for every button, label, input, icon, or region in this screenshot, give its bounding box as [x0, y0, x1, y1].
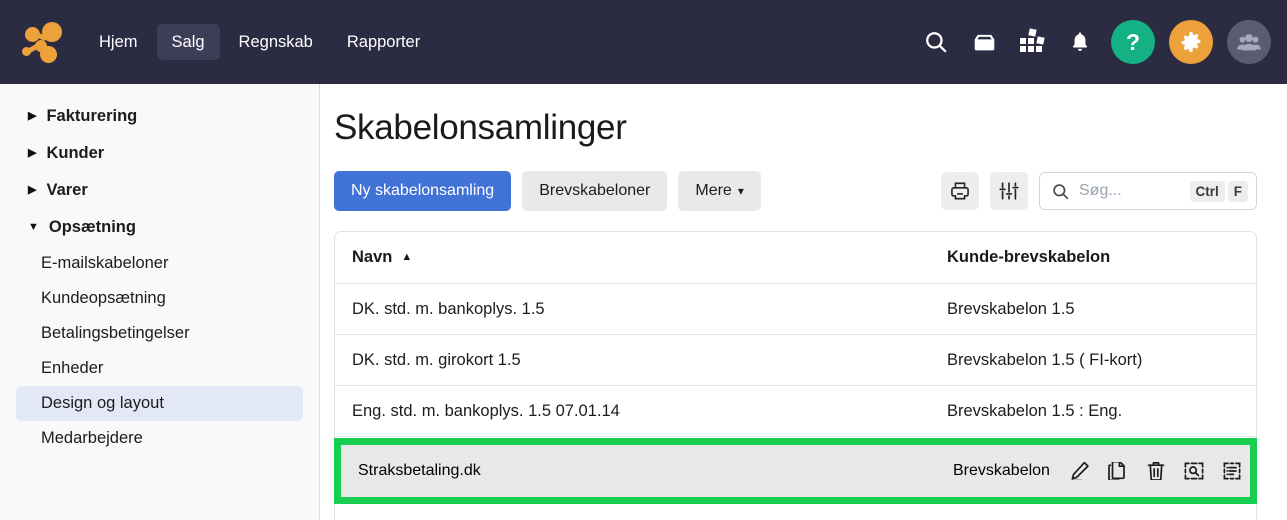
page-title: Skabelonsamlinger: [334, 108, 627, 147]
sidebar-group-label: Varer: [46, 181, 88, 199]
cell-kunde-brevskabelon: Brevskabelon 1.5 ( FI-kort): [947, 350, 1143, 369]
filter-sliders-icon: [999, 182, 1019, 200]
sidebar-group-varer[interactable]: ▶ Varer: [0, 172, 319, 209]
filter-button[interactable]: [990, 172, 1028, 211]
cell-navn: Eng. std. m. bankoplys. 1.5 07.01.14: [352, 401, 620, 420]
inbox-icon[interactable]: [967, 25, 1001, 59]
sidebar-group-opsaetning[interactable]: ▼ Opsætning: [0, 209, 319, 246]
sidebar-group-kunder[interactable]: ▶ Kunder: [0, 135, 319, 172]
search-icon[interactable]: [919, 25, 953, 59]
nav-link-regnskab[interactable]: Regnskab: [224, 24, 328, 60]
nav-link-salg[interactable]: Salg: [156, 23, 220, 61]
table-row[interactable]: DK. std. m. bankoplys. 1.5 Brevskabelon …: [335, 284, 1256, 336]
chevron-right-icon: ▶: [28, 184, 37, 196]
table-row-selected[interactable]: Straksbetaling.dk Brevskabelon: [341, 445, 1250, 497]
cell-navn: Straksbetaling.dk: [358, 462, 481, 479]
cell-kunde-brevskabelon: Brevskabelon: [948, 462, 1250, 480]
letter-templates-button[interactable]: Brevskabeloner: [522, 171, 668, 212]
table-row-empty: [335, 503, 1256, 520]
main-content: Skabelonsamlinger Ny skabelonsamling Bre…: [320, 84, 1287, 520]
chevron-down-icon: ▾: [737, 184, 744, 198]
sidebar-group-label: Fakturering: [46, 107, 138, 125]
details-icon[interactable]: [1220, 462, 1244, 480]
sidebar-group-label: Kunder: [46, 144, 105, 162]
sidebar-item-enheder[interactable]: Enheder: [16, 351, 303, 386]
print-button[interactable]: [941, 172, 979, 211]
users-icon: [1237, 34, 1261, 51]
shortcut-key-f: F: [1227, 180, 1248, 202]
search-box[interactable]: Søg... Ctrl F: [1039, 172, 1257, 211]
sidebar-item-medarbejdere[interactable]: Medarbejdere: [16, 421, 303, 456]
apps-grid-icon[interactable]: [1015, 25, 1049, 59]
help-button[interactable]: ?: [1111, 20, 1155, 64]
chevron-down-icon: ▼: [28, 221, 39, 233]
gear-icon: [1181, 32, 1201, 52]
new-template-collection-button[interactable]: Ny skabelonsamling: [334, 171, 512, 212]
sidebar-item-emailskabeloner[interactable]: E-mailskabeloner: [16, 246, 303, 281]
sidebar-group-label: Opsætning: [48, 218, 136, 236]
action-toolbar: Ny skabelonsamling Brevskabeloner Mere ▾: [334, 171, 1257, 212]
nav-link-rapporter[interactable]: Rapporter: [332, 24, 435, 60]
column-header-label: Navn: [352, 248, 393, 267]
logo-mark[interactable]: [18, 16, 70, 68]
primary-nav: Hjem Salg Regnskab Rapporter: [84, 23, 435, 61]
row-action-buttons: [1064, 462, 1244, 480]
page-body: ▶ Fakturering ▶ Kunder ▶ Varer ▼ Opsætni…: [0, 84, 1287, 520]
sidebar-group-fakturering[interactable]: ▶ Fakturering: [0, 98, 319, 135]
sidebar: ▶ Fakturering ▶ Kunder ▶ Varer ▼ Opsætni…: [0, 84, 320, 520]
bell-icon[interactable]: [1063, 25, 1097, 59]
shortcut-ctrl: Ctrl: [1189, 180, 1225, 202]
table-row[interactable]: DK. std. m. girokort 1.5 Brevskabelon 1.…: [335, 335, 1256, 387]
cell-navn: DK. std. m. bankoplys. 1.5: [352, 299, 545, 318]
column-header-label: Kunde-brevskabelon: [947, 248, 1111, 267]
settings-button[interactable]: [1169, 20, 1213, 64]
delete-icon[interactable]: [1144, 462, 1168, 480]
preview-icon[interactable]: [1182, 462, 1206, 480]
cell-kunde-brevskabelon: Brevskabelon 1.5: [947, 299, 1075, 318]
sort-ascending-icon: ▲: [401, 251, 413, 264]
column-header-kunde-brevskabelon[interactable]: Kunde-brevskabelon: [942, 248, 1256, 267]
highlight-annotation: Straksbetaling.dk Brevskabelon: [334, 438, 1257, 504]
chevron-right-icon: ▶: [28, 110, 37, 122]
help-label: ?: [1125, 28, 1141, 55]
sidebar-item-betalingsbetingelser[interactable]: Betalingsbetingelser: [16, 316, 303, 351]
sidebar-item-kundeopsaetning[interactable]: Kundeopsætning: [16, 281, 303, 316]
column-header-navn[interactable]: Navn ▲: [335, 248, 942, 267]
more-button[interactable]: Mere ▾: [678, 171, 761, 212]
user-avatar[interactable]: [1227, 20, 1271, 64]
top-utility-icons: ?: [919, 20, 1271, 64]
print-icon: [951, 182, 969, 200]
search-icon: [1053, 183, 1069, 199]
chevron-right-icon: ▶: [28, 147, 37, 159]
table-header-row: Navn ▲ Kunde-brevskabelon: [335, 232, 1256, 285]
nav-link-hjem[interactable]: Hjem: [84, 24, 153, 60]
more-label: Mere: [695, 182, 732, 199]
top-navigation-bar: Hjem Salg Regnskab Rapporter ?: [0, 0, 1287, 84]
cell-navn: DK. std. m. girokort 1.5: [352, 350, 521, 369]
copy-icon[interactable]: [1106, 462, 1130, 480]
cell-kunde-brevskabelon-text: Brevskabelon: [953, 462, 1050, 479]
cell-kunde-brevskabelon: Brevskabelon 1.5 : Eng.: [947, 401, 1123, 420]
search-input[interactable]: Søg...: [1079, 182, 1187, 200]
table-row[interactable]: Eng. std. m. bankoplys. 1.5 07.01.14 Bre…: [335, 386, 1256, 438]
sidebar-item-design-og-layout[interactable]: Design og layout: [16, 386, 303, 421]
edit-icon[interactable]: [1068, 462, 1092, 480]
